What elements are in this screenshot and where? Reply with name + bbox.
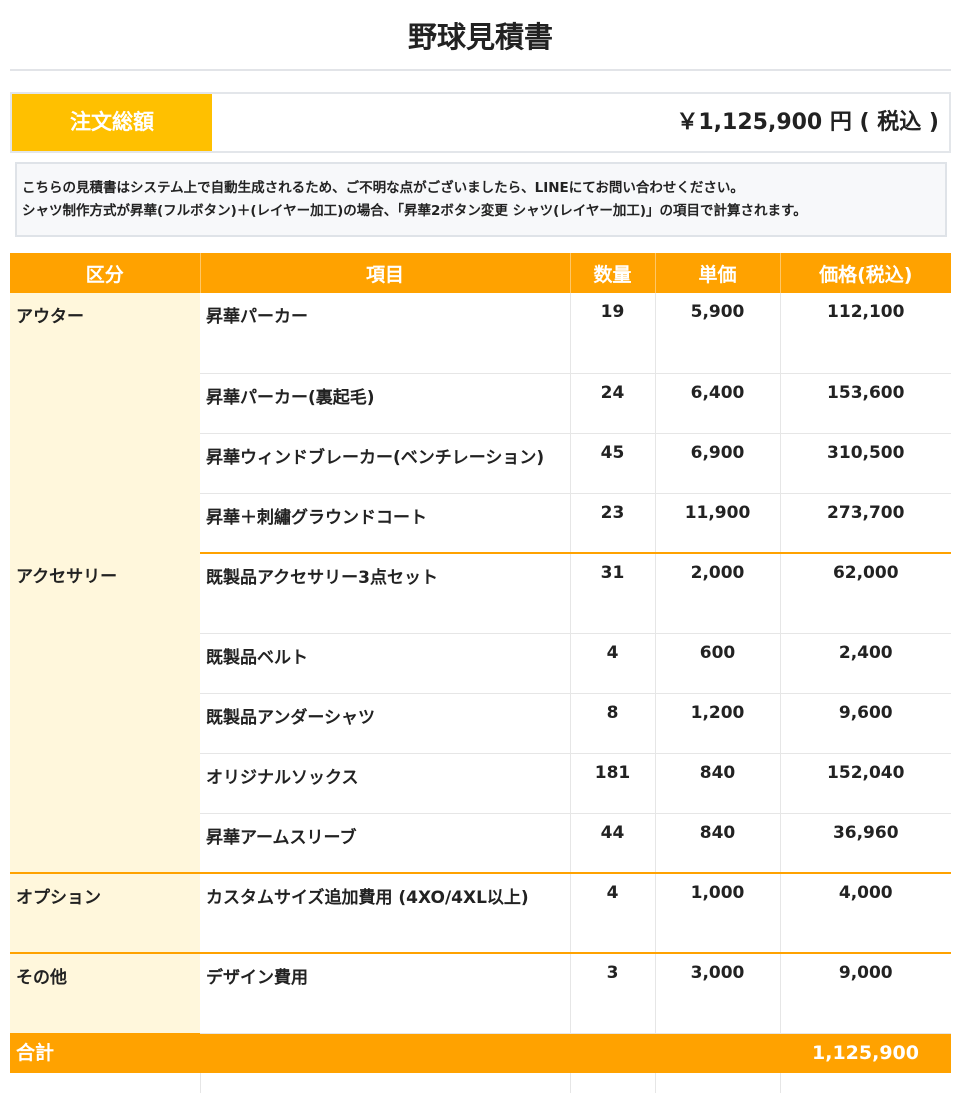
total-value: 1,125,900 [780, 1033, 951, 1073]
qty-cell: 4 [570, 873, 656, 954]
unit-price-cell: 840 [655, 753, 781, 814]
qty-cell: 45 [570, 433, 656, 494]
price-cell: 153,600 [780, 373, 951, 434]
item-cell: 昇華パーカー(裏起毛) [200, 373, 571, 434]
qty-cell: 23 [570, 493, 656, 554]
header-category: 区分 [10, 253, 201, 293]
estimate-table: 区分 項目 数量 単価 価格(税込) アウター 昇華パーカー 19 5,900 … [10, 253, 951, 1093]
category-cell: オプション [10, 873, 200, 954]
page-title: 野球見積書 [407, 20, 553, 54]
price-cell: 62,000 [780, 553, 951, 634]
price-cell: 310,500 [780, 433, 951, 494]
header-quantity: 数量 [570, 253, 656, 293]
item-cell: 昇華＋刺繡グラウンドコート [200, 493, 571, 554]
item-cell: カスタムサイズ追加費用 (4XO/4XL以上) [200, 873, 571, 954]
item-cell: 昇華ウィンドブレーカー(ベンチレーション) [200, 433, 571, 494]
item-cell: オリジナルソックス [200, 753, 571, 814]
category-cell: アウター [10, 293, 200, 553]
category-cell: その他 [10, 953, 200, 1033]
unit-price-cell: 6,400 [655, 373, 781, 434]
notice-box: こちらの見積書はシステム上で自動生成されるため、ご不明な点がございましたら、LI… [15, 162, 947, 237]
header-price: 価格(税込) [780, 253, 951, 293]
item-cell: デザイン費用 [200, 953, 571, 1034]
unit-price-cell: 6,900 [655, 433, 781, 494]
unit-price-cell: 840 [655, 813, 781, 874]
table-row: アウター 昇華パーカー 19 5,900 112,100 [10, 293, 951, 553]
item-cell: 昇華アームスリーブ [200, 813, 571, 874]
qty-cell: 3 [570, 953, 656, 1034]
qty-cell: 4 [570, 633, 656, 694]
qty-cell: 31 [570, 553, 656, 634]
header-item: 項目 [200, 253, 571, 293]
price-cell: 2,400 [780, 633, 951, 694]
notice-line-2: シャツ制作方式が昇華(フルボタン)＋(レイヤー加工)の場合、「昇華2ボタン変更 … [22, 203, 807, 219]
price-cell: 4,000 [780, 873, 951, 954]
unit-price-cell: 5,900 [655, 293, 781, 374]
item-cell: 既製品アンダーシャツ [200, 693, 571, 754]
price-cell: 36,960 [780, 813, 951, 874]
price-cell: 152,040 [780, 753, 951, 814]
qty-cell: 8 [570, 693, 656, 754]
price-cell: 9,600 [780, 693, 951, 754]
order-total-box: 注文総額 ￥1,125,900 円 ( 税込 ) [10, 92, 951, 153]
category-cell: アクセサリー [10, 553, 200, 874]
price-cell: 273,700 [780, 493, 951, 554]
order-total-value: ￥1,125,900 円 ( 税込 ) [676, 110, 939, 135]
price-cell: 112,100 [780, 293, 951, 374]
unit-price-cell: 3,000 [655, 953, 781, 1034]
unit-price-cell: 2,000 [655, 553, 781, 634]
item-cell: 既製品アクセサリー3点セット [200, 553, 571, 634]
unit-price-cell: 11,900 [655, 493, 781, 554]
notice-line-1: こちらの見積書はシステム上で自動生成されるため、ご不明な点がございましたら、LI… [22, 180, 744, 196]
qty-cell: 44 [570, 813, 656, 874]
total-row: 合計 1,125,900 [10, 1033, 951, 1073]
table-row: その他 デザイン費用 3 3,000 9,000 [10, 953, 951, 1034]
qty-cell: 19 [570, 293, 656, 374]
table-filler-row [10, 1073, 951, 1093]
header-unit-price: 単価 [655, 253, 781, 293]
unit-price-cell: 1,200 [655, 693, 781, 754]
unit-price-cell: 1,000 [655, 873, 781, 954]
unit-price-cell: 600 [655, 633, 781, 694]
item-cell: 昇華パーカー [200, 293, 571, 374]
table-row: オプション カスタムサイズ追加費用 (4XO/4XL以上) 4 1,000 4,… [10, 873, 951, 954]
table-header-row: 区分 項目 数量 単価 価格(税込) [10, 253, 951, 293]
qty-cell: 24 [570, 373, 656, 434]
total-label: 合計 [10, 1033, 780, 1073]
item-cell: 既製品ベルト [200, 633, 571, 694]
title-divider [10, 69, 951, 71]
price-cell: 9,000 [780, 953, 951, 1034]
qty-cell: 181 [570, 753, 656, 814]
order-total-label: 注文総額 [12, 94, 212, 151]
table-row: アクセサリー 既製品アクセサリー3点セット 31 2,000 62,000 [10, 553, 951, 874]
